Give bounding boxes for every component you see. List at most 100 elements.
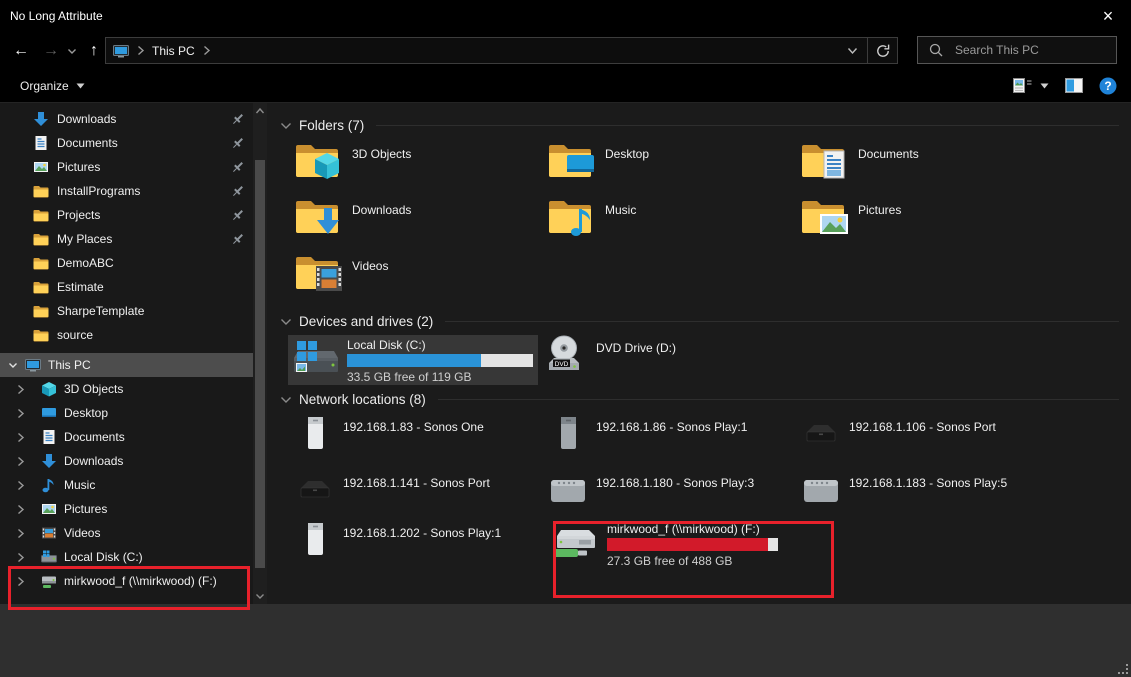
mirkwood-f-mirkwood-f-icon xyxy=(553,522,599,562)
sidebar-item-pictures[interactable]: Pictures xyxy=(0,155,253,179)
breadcrumb-chevron-icon[interactable] xyxy=(202,45,211,56)
pin-icon xyxy=(231,160,245,177)
help-icon[interactable]: ? xyxy=(1099,77,1117,95)
downloads-icon xyxy=(41,453,57,469)
sidebar-item-documents[interactable]: Documents xyxy=(0,425,253,449)
views-icon xyxy=(1013,78,1032,94)
scroll-up-icon[interactable] xyxy=(253,103,267,119)
organize-menu[interactable]: Organize xyxy=(20,69,85,102)
close-button[interactable]: × xyxy=(1085,0,1131,32)
collapse-chevron-icon xyxy=(280,317,292,326)
resize-grip[interactable] xyxy=(1118,664,1128,674)
capacity-text: 27.3 GB free of 488 GB xyxy=(607,554,778,568)
chevron-right-icon[interactable] xyxy=(16,576,34,587)
pin-icon xyxy=(231,112,245,129)
projects-icon xyxy=(33,208,49,223)
sidebar-item-this-pc[interactable]: This PC xyxy=(0,353,253,377)
refresh-icon[interactable] xyxy=(868,38,897,63)
search-box[interactable] xyxy=(917,36,1117,64)
folder-tile-documents[interactable]: Documents xyxy=(801,139,1051,195)
sidebar-item-projects[interactable]: Projects xyxy=(0,203,253,227)
desktop-icon xyxy=(41,405,57,421)
folder-documents-icon xyxy=(801,139,849,183)
chevron-right-icon[interactable] xyxy=(16,480,34,491)
organize-label: Organize xyxy=(20,79,69,93)
sidebar-item-source[interactable]: source xyxy=(0,323,253,347)
this-pc-icon xyxy=(25,357,41,373)
sidebar-item-downloads[interactable]: Downloads xyxy=(0,107,253,131)
address-bar[interactable]: This PC xyxy=(105,37,898,64)
sidebar-item-mirkwood-f-mirkwood-f[interactable]: mirkwood_f (\\mirkwood) (F:) xyxy=(0,569,253,593)
sidebar-item-pictures[interactable]: Pictures xyxy=(0,497,253,521)
history-chevron-icon[interactable] xyxy=(64,32,80,69)
chevron-down-icon[interactable] xyxy=(8,361,18,369)
192-168-1-141-sonos-port-icon xyxy=(295,474,335,504)
section-header-network[interactable]: Network locations (8) xyxy=(267,385,1131,413)
folder-tile-3d-objects[interactable]: 3D Objects xyxy=(295,139,545,195)
sharpetemplate-icon xyxy=(33,304,49,319)
chevron-right-icon[interactable] xyxy=(16,432,34,443)
sidebar-item-desktop[interactable]: Desktop xyxy=(0,401,253,425)
network-tile-192-168-1-183-sonos-play-5[interactable]: 192.168.1.183 - Sonos Play:5 xyxy=(801,469,1051,519)
folder-tile-pictures[interactable]: Pictures xyxy=(801,195,1051,251)
up-button[interactable]: ↑ xyxy=(82,32,106,69)
chevron-right-icon[interactable] xyxy=(16,552,34,563)
pin-icon xyxy=(231,208,245,225)
section-header-folders[interactable]: Folders (7) xyxy=(267,111,1131,139)
capacity-bar xyxy=(607,538,778,551)
pictures-icon xyxy=(33,159,49,175)
sidebar-item-3d-objects[interactable]: 3D Objects xyxy=(0,377,253,401)
network-tile-192-168-1-202-sonos-play-1[interactable]: 192.168.1.202 - Sonos Play:1 xyxy=(295,519,545,591)
chevron-right-icon[interactable] xyxy=(16,408,34,419)
forward-button[interactable]: → xyxy=(38,32,64,69)
sidebar-item-videos[interactable]: Videos xyxy=(0,521,253,545)
network-tile-192-168-1-180-sonos-play-3[interactable]: 192.168.1.180 - Sonos Play:3 xyxy=(548,469,798,519)
sidebar-scrollbar[interactable] xyxy=(253,103,267,604)
svg-text:?: ? xyxy=(1104,79,1111,93)
address-dropdown-icon[interactable] xyxy=(838,38,867,63)
sidebar-item-sharpetemplate[interactable]: SharpeTemplate xyxy=(0,299,253,323)
folder-tile-desktop[interactable]: Desktop xyxy=(548,139,798,195)
folder-tile-music[interactable]: Music xyxy=(548,195,798,251)
sidebar-item-my-places[interactable]: My Places xyxy=(0,227,253,251)
caret-down-icon xyxy=(1040,83,1049,89)
sidebar-item-documents[interactable]: Documents xyxy=(0,131,253,155)
folder-pictures-icon xyxy=(801,195,849,239)
documents-icon xyxy=(41,429,57,445)
drive-tile-local-disk-c[interactable]: Local Disk (C:)33.5 GB free of 119 GB xyxy=(288,335,538,385)
capacity-bar xyxy=(347,354,533,367)
sidebar-item-estimate[interactable]: Estimate xyxy=(0,275,253,299)
sidebar-item-music[interactable]: Music xyxy=(0,473,253,497)
downloads-icon xyxy=(33,111,49,127)
sidebar-item-demoabc[interactable]: DemoABC xyxy=(0,251,253,275)
network-tile-192-168-1-83-sonos-one[interactable]: 192.168.1.83 - Sonos One xyxy=(295,413,545,469)
videos-icon xyxy=(41,525,57,541)
network-tile-192-168-1-86-sonos-play-1[interactable]: 192.168.1.86 - Sonos Play:1 xyxy=(548,413,798,469)
network-drive-tile-mirkwood-f-mirkwood-f[interactable]: mirkwood_f (\\mirkwood) (F:)27.3 GB free… xyxy=(548,519,798,591)
sidebar-item-local-disk-c[interactable]: Local Disk (C:) xyxy=(0,545,253,569)
scroll-down-icon[interactable] xyxy=(253,588,267,604)
pin-icon xyxy=(231,136,245,153)
chevron-right-icon[interactable] xyxy=(16,384,34,395)
folder-tile-videos[interactable]: Videos xyxy=(295,251,545,307)
local-disk-c-icon xyxy=(293,338,339,378)
sidebar-item-installprograms[interactable]: InstallPrograms xyxy=(0,179,253,203)
chevron-right-icon[interactable] xyxy=(16,504,34,515)
capacity-text: 33.5 GB free of 119 GB xyxy=(347,370,533,384)
breadcrumb-this-pc[interactable]: This PC xyxy=(152,44,195,58)
drive-tile-dvd-drive-d[interactable]: DVDDVD Drive (D:) xyxy=(541,335,791,385)
chevron-right-icon[interactable] xyxy=(16,456,34,467)
preview-pane-icon[interactable] xyxy=(1065,78,1083,93)
192-168-1-180-sonos-play-3-icon xyxy=(549,472,587,506)
folder-tile-downloads[interactable]: Downloads xyxy=(295,195,545,251)
views-button[interactable] xyxy=(1013,78,1049,94)
search-input[interactable] xyxy=(953,42,1107,58)
network-tile-192-168-1-141-sonos-port[interactable]: 192.168.1.141 - Sonos Port xyxy=(295,469,545,519)
section-header-devices[interactable]: Devices and drives (2) xyxy=(267,307,1131,335)
chevron-right-icon[interactable] xyxy=(16,528,34,539)
folder-3d-objects-icon xyxy=(295,139,343,183)
scrollbar-thumb[interactable] xyxy=(255,160,265,568)
sidebar-item-downloads[interactable]: Downloads xyxy=(0,449,253,473)
network-tile-192-168-1-106-sonos-port[interactable]: 192.168.1.106 - Sonos Port xyxy=(801,413,1051,469)
back-button[interactable]: ← xyxy=(8,32,34,69)
